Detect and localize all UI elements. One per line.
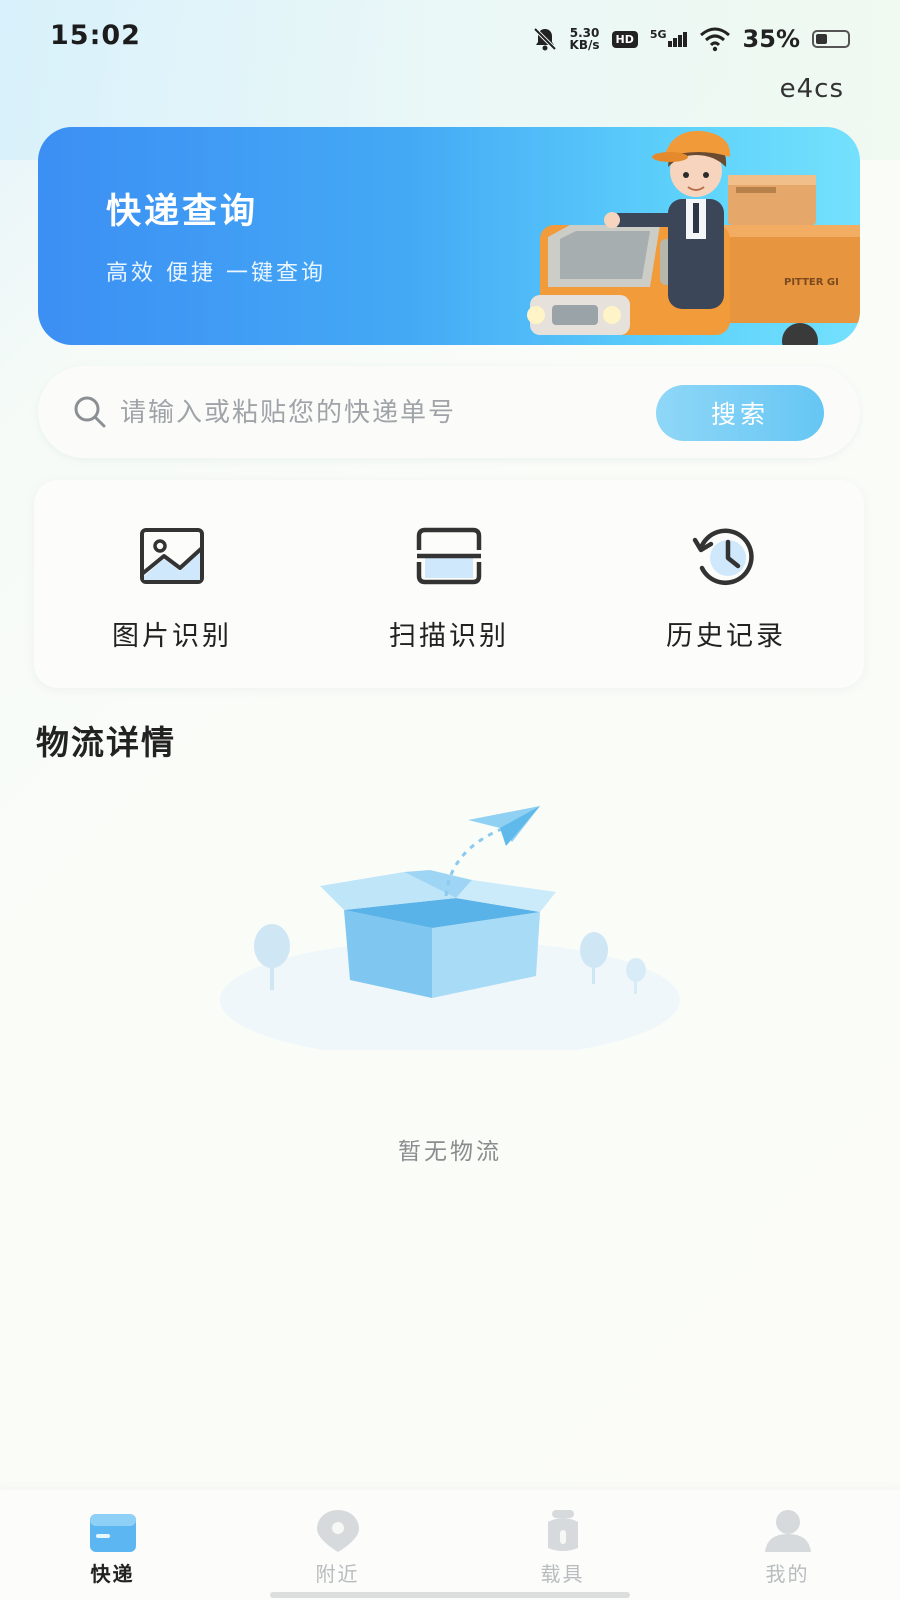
image-recognition-button[interactable]: 图片识别	[34, 480, 310, 688]
banner-subtitle: 高效 便捷 一键查询	[106, 261, 326, 286]
logistics-section-title: 物流详情	[36, 723, 176, 762]
history-button[interactable]: 历史记录	[588, 480, 864, 688]
nav-item-vehicle[interactable]: 载具	[450, 1490, 675, 1590]
nav-item-profile[interactable]: 我的	[675, 1490, 900, 1590]
nav-label-profile: 我的	[765, 1562, 810, 1586]
scooter-icon	[548, 1510, 578, 1551]
nav-label-vehicle: 载具	[540, 1562, 585, 1586]
home-indicator	[270, 1592, 630, 1598]
nav-label-nearby: 附近	[315, 1562, 360, 1586]
location-icon	[317, 1510, 359, 1552]
status-icons: 5.30 KB/s HD 5G 35%	[532, 22, 850, 56]
package-icon	[90, 1514, 136, 1552]
mute-bell-icon	[533, 27, 556, 51]
tracking-number-input[interactable]	[118, 388, 662, 438]
image-recognition-label: 图片识别	[112, 621, 232, 652]
status-bar: 15:02 5.30 KB/s HD 5G 35%	[0, 0, 900, 78]
tools-panel: 图片识别 扫描识别 历史记录	[34, 480, 864, 688]
scan-recognition-label: 扫描识别	[389, 621, 509, 652]
signal-icon: 5G	[650, 28, 687, 47]
profile-icon	[765, 1510, 811, 1552]
image-icon	[140, 528, 204, 584]
search-icon	[74, 396, 106, 428]
battery-percent: 35%	[742, 25, 800, 53]
net-speed-unit: KB/s	[569, 38, 600, 52]
truck-box-label: PITTER GI	[784, 277, 839, 288]
wifi-icon	[699, 27, 730, 52]
empty-logistics-text: 暂无物流	[398, 1139, 502, 1165]
history-icon	[692, 528, 754, 586]
network-type: 5G	[649, 27, 667, 41]
bottom-navigation: 快递 附近 载具 我的	[0, 1490, 900, 1600]
search-button[interactable]: 搜索	[656, 385, 824, 441]
banner-title: 快递查询	[106, 192, 259, 232]
battery-icon	[812, 30, 850, 48]
nav-item-express[interactable]: 快递	[0, 1490, 225, 1590]
scan-icon	[416, 527, 482, 585]
hero-banner: 快递查询 高效 便捷 一键查询 PITTER GI	[38, 127, 860, 345]
nav-item-nearby[interactable]: 附近	[225, 1490, 450, 1590]
history-label: 历史记录	[666, 621, 786, 652]
nav-label-express: 快递	[90, 1562, 135, 1586]
status-time: 15:02	[50, 20, 141, 51]
hd-badge: HD	[611, 30, 638, 48]
empty-box-illustration	[220, 806, 680, 1050]
delivery-courier-illustration: PITTER GI	[527, 130, 860, 345]
net-speed: 5.30 KB/s	[570, 27, 600, 51]
search-bar: 搜索	[38, 366, 860, 458]
user-tag: e4cs	[779, 74, 844, 104]
scan-recognition-button[interactable]: 扫描识别	[311, 480, 587, 688]
